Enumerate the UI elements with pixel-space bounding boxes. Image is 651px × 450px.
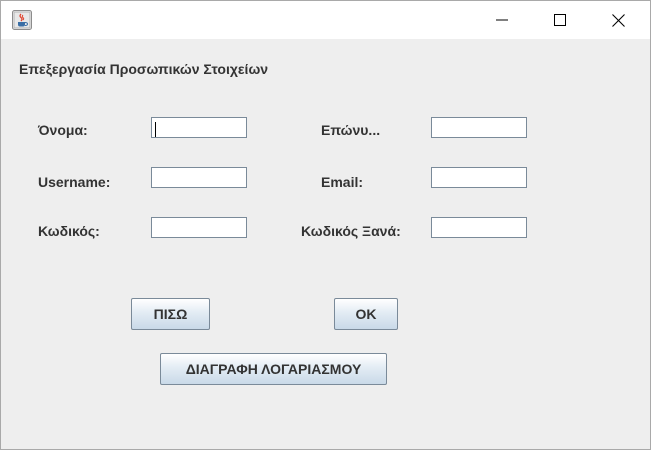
app-window: Επεξεργασία Προσωπικών Στοιχείων Όνομα: …: [0, 0, 651, 450]
email-field[interactable]: [431, 167, 527, 188]
back-button[interactable]: ΠΙΣΩ: [131, 298, 210, 330]
password-field[interactable]: [151, 217, 247, 238]
username-label: Username:: [38, 174, 111, 190]
username-field[interactable]: [151, 167, 247, 188]
minimize-icon: [496, 19, 508, 21]
java-app-icon[interactable]: [12, 10, 32, 30]
minimize-button[interactable]: [473, 1, 531, 39]
first-name-field[interactable]: [151, 117, 247, 138]
close-icon: [611, 13, 625, 27]
last-name-label: Επώνυ...: [321, 122, 381, 138]
email-label: Email:: [321, 174, 364, 190]
page-title: Επεξεργασία Προσωπικών Στοιχείων: [19, 61, 269, 77]
form-panel: Επεξεργασία Προσωπικών Στοιχείων Όνομα: …: [1, 39, 650, 449]
password-repeat-label: Κωδικός Ξανά:: [301, 223, 401, 239]
password-label: Κωδικός:: [38, 223, 100, 239]
title-bar[interactable]: [1, 1, 650, 39]
ok-button[interactable]: OK: [334, 298, 398, 330]
text-caret: [155, 122, 156, 137]
last-name-field[interactable]: [431, 117, 527, 138]
maximize-button[interactable]: [531, 1, 589, 39]
password-repeat-field[interactable]: [431, 217, 527, 238]
first-name-label: Όνομα:: [38, 122, 88, 138]
maximize-icon: [554, 14, 566, 26]
close-button[interactable]: [589, 1, 647, 39]
delete-account-button[interactable]: ΔΙΑΓΡΑΦΗ ΛΟΓΑΡΙΑΣΜΟΥ: [160, 353, 387, 385]
